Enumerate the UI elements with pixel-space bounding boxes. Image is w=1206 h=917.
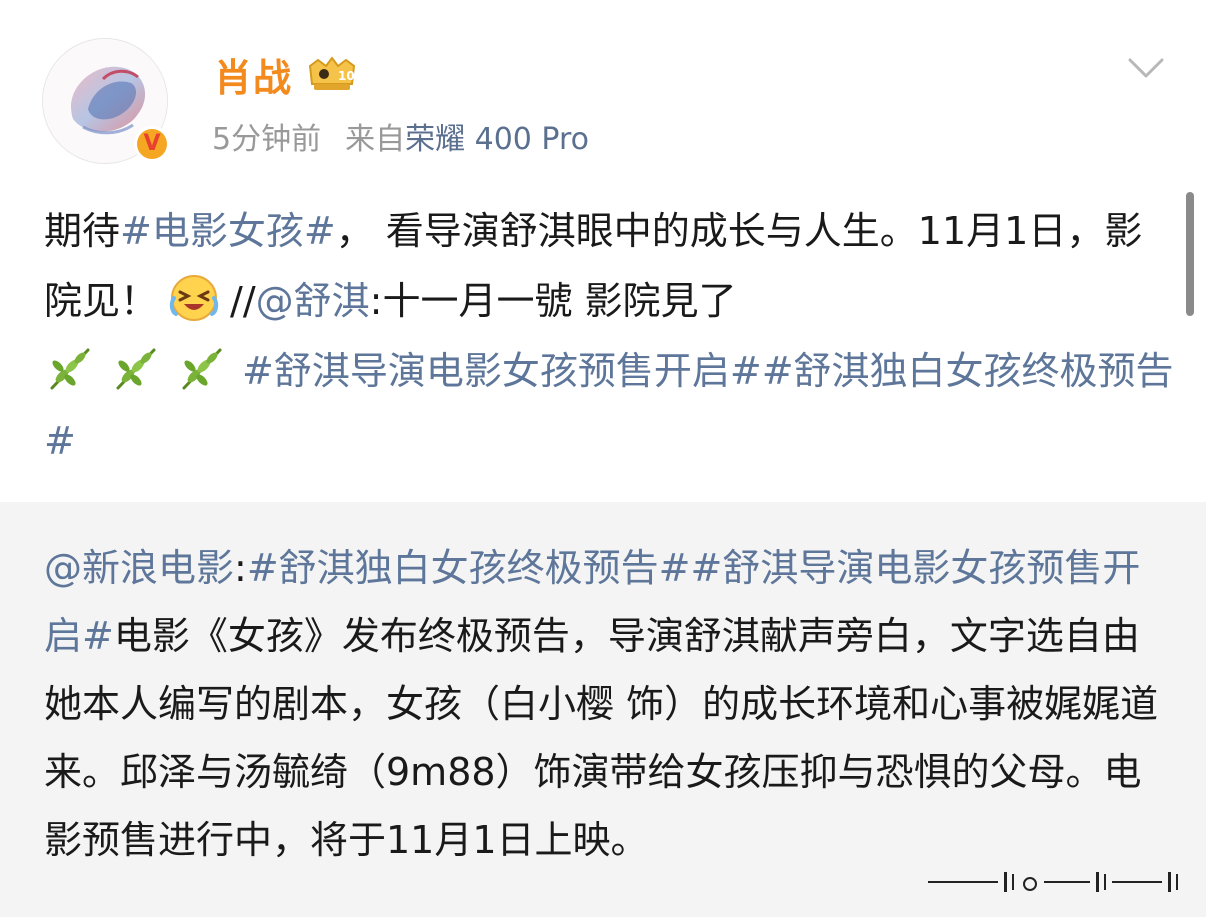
username-row: 肖战 10: [214, 48, 360, 100]
hashtag-link[interactable]: #舒淇独白女孩终极预告#: [247, 546, 691, 590]
source-device[interactable]: 荣耀 400 Pro: [405, 114, 589, 158]
mention-link[interactable]: @舒淇: [256, 279, 370, 323]
olive-branch-emoji-icon: [182, 348, 222, 390]
hashtag-link[interactable]: #电影女孩#: [120, 209, 336, 253]
post-meta: 5分钟前 来自 荣耀 400 Pro: [212, 114, 589, 158]
repost-text: 电影《女孩》发布终极预告，导演舒淇献声旁白，文字选自由她本人编写的剧本，女孩（白…: [44, 614, 1159, 862]
repost-card[interactable]: @新浪电影:#舒淇独白女孩终极预告##舒淇导演电影女孩预售开启#电影《女孩》发布…: [0, 502, 1206, 917]
scrollbar[interactable]: [1186, 192, 1194, 316]
chevron-down-icon[interactable]: [1126, 54, 1166, 82]
crown-rank-badge-icon[interactable]: 10: [304, 54, 360, 94]
repost-marker: //: [230, 279, 256, 323]
mention-link[interactable]: @新浪电影: [44, 546, 234, 590]
svg-text:10: 10: [338, 69, 355, 83]
verified-v-icon: V: [134, 126, 170, 162]
laughing-tears-emoji-icon: [169, 275, 219, 321]
post-text-part3: :十一月一號 影院見了: [369, 279, 737, 323]
repost-colon: :: [234, 546, 247, 590]
repost-body: @新浪电影:#舒淇独白女孩终极预告##舒淇导演电影女孩预售开启#电影《女孩》发布…: [44, 534, 1174, 874]
post-header: V 肖战 10 5分钟前 来自 荣耀 400 Pro: [0, 0, 1206, 180]
olive-branch-emoji-icon: [116, 348, 156, 390]
avatar[interactable]: V: [42, 38, 170, 164]
verified-mark: V: [143, 131, 161, 156]
hashtag-link[interactable]: #舒淇导演电影女孩预售开启#: [242, 349, 762, 393]
username[interactable]: 肖战: [214, 47, 292, 102]
post-time: 5分钟前: [212, 122, 322, 157]
watermark-barcode: [928, 872, 1178, 892]
post-text-part1: 期待: [44, 209, 121, 253]
post-body: 期待#电影女孩#， 看导演舒淇眼中的成长与人生。11月1日，影院见！ //@舒淇…: [44, 196, 1174, 476]
source-label: 来自: [345, 122, 406, 157]
olive-branch-emoji-icon: [50, 348, 90, 390]
